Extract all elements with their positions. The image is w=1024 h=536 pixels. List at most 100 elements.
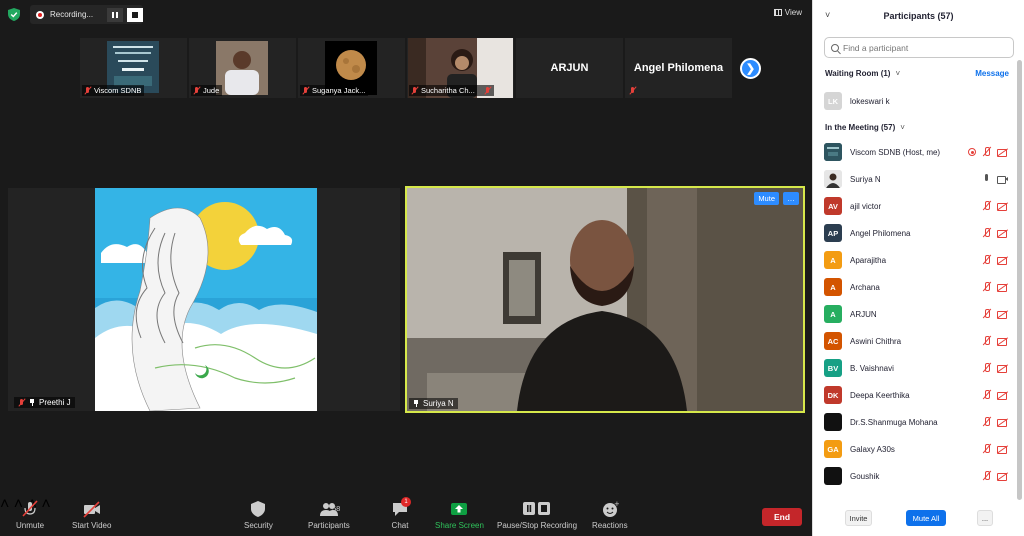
recording-icon	[968, 148, 976, 156]
panel-footer: Invite Mute All ...	[813, 506, 1024, 530]
camera-off-icon	[997, 283, 1008, 292]
avatar: DK	[824, 386, 842, 404]
mic-muted-icon	[982, 417, 991, 427]
mic-muted-icon	[22, 500, 38, 517]
mic-muted-icon	[982, 444, 991, 454]
invite-button[interactable]: Invite	[845, 510, 872, 526]
camera-off-icon	[997, 256, 1008, 265]
search-icon	[831, 43, 839, 52]
mic-muted-icon	[982, 390, 991, 400]
mic-muted-icon	[193, 86, 200, 95]
panel-header: ˅ Participants (57)	[813, 0, 1024, 32]
top-bar: Recording... View	[0, 0, 812, 28]
avatar: A	[824, 251, 842, 269]
name-thumbnail[interactable]: ARJUN	[516, 38, 623, 98]
video-thumbnail[interactable]: Jude	[189, 38, 296, 98]
video-thumbnail[interactable]: Suganya Jack...	[298, 38, 405, 98]
avatar	[824, 143, 842, 161]
mic-muted-icon	[982, 282, 991, 292]
participants-count: 58	[332, 504, 341, 513]
camera-off-icon	[997, 202, 1008, 211]
pause-recording-button[interactable]	[107, 7, 124, 22]
security-shield-icon[interactable]	[8, 8, 20, 21]
smiley-icon: +	[602, 500, 619, 517]
participant-row[interactable]: Suriya N	[824, 169, 1008, 189]
pause-stop-icon	[523, 502, 551, 515]
security-button[interactable]: Security	[244, 500, 273, 530]
video-thumbnail[interactable]: Viscom SDNB	[80, 38, 187, 98]
more-options-button[interactable]: ...	[977, 510, 993, 526]
participant-name: Angel Philomena	[633, 62, 724, 74]
thumbnail-name: Viscom SDNB	[82, 85, 145, 96]
participant-row[interactable]: AC Aswini Chithra	[824, 331, 1008, 351]
participant-name: ARJUN	[550, 62, 589, 74]
mic-muted-icon	[982, 147, 991, 157]
share-screen-button[interactable]: Share Screen	[435, 500, 484, 530]
grid-view-icon	[773, 9, 782, 16]
participant-row[interactable]: AP Angel Philomena	[824, 223, 1008, 243]
shield-icon	[251, 501, 266, 517]
audio-options-caret-icon[interactable]: ˄	[0, 496, 9, 513]
mic-muted-icon	[982, 228, 991, 238]
mic-muted-icon	[484, 86, 491, 95]
participant-row[interactable]: Goushik	[824, 466, 1008, 486]
avatar: GA	[824, 440, 842, 458]
camera-off-icon	[997, 229, 1008, 238]
participant-row[interactable]: DK Deepa Keerthika	[824, 385, 1008, 405]
waiting-participant-row[interactable]: LK lokeswari k	[824, 91, 1008, 111]
participant-search-box[interactable]	[824, 37, 1014, 58]
collapse-panel-chevron-icon[interactable]: ˅	[825, 10, 830, 20]
video-tile[interactable]: Preethi J	[8, 188, 400, 411]
participant-row[interactable]: AV ajil victor	[824, 196, 1008, 216]
chevron-right-icon: ❯	[745, 63, 756, 75]
participant-search-input[interactable]	[843, 42, 1003, 53]
recording-indicator: Recording...	[30, 5, 143, 24]
thumbnail-name: Suganya Jack...	[300, 85, 369, 96]
participant-row[interactable]: A ARJUN	[824, 304, 1008, 324]
next-page-button[interactable]: ❯	[740, 58, 761, 79]
panel-scrollbar[interactable]	[1017, 60, 1022, 500]
meeting-area: Recording... View Viscom SDNB Jude Sugan…	[0, 0, 812, 536]
stop-recording-button[interactable]	[127, 7, 143, 22]
camera-off-icon	[997, 310, 1008, 319]
view-label: View	[784, 8, 802, 17]
view-button[interactable]: View	[773, 8, 802, 17]
in-meeting-header[interactable]: In the Meeting (57) ˅	[825, 123, 905, 132]
pin-icon	[413, 400, 419, 407]
avatar	[824, 467, 842, 485]
video-thumbnail[interactable]: Sucharitha Ch...	[407, 38, 514, 98]
more-options-button[interactable]: …	[783, 192, 799, 205]
reactions-button[interactable]: + Reactions	[592, 500, 628, 530]
participant-row[interactable]: A Archana	[824, 277, 1008, 297]
shared-artwork-image	[95, 188, 317, 411]
start-video-button[interactable]: Start Video	[72, 500, 111, 530]
end-meeting-button[interactable]: End	[762, 508, 802, 526]
participant-row[interactable]: Viscom SDNB (Host, me)	[824, 142, 1008, 162]
avatar	[824, 413, 842, 431]
mic-muted-icon	[629, 87, 636, 95]
camera-off-icon	[997, 364, 1008, 373]
chevron-down-icon: ˅	[900, 123, 905, 132]
chat-button[interactable]: 1 Chat	[391, 497, 411, 530]
mute-all-button[interactable]: Mute All	[906, 510, 946, 526]
unmute-button[interactable]: Unmute	[16, 500, 44, 530]
avatar: AC	[824, 332, 842, 350]
participant-row[interactable]: Dr.S.Shanmuga Mohana	[824, 412, 1008, 432]
meeting-toolbar: Unmute ˄ Start Video ˄ Security 58 Parti…	[0, 496, 812, 536]
camera-icon	[997, 175, 1008, 184]
participant-row[interactable]: GA Galaxy A30s	[824, 439, 1008, 459]
message-waiting-room-link[interactable]: Message	[975, 69, 1009, 78]
participants-button[interactable]: 58 Participants	[308, 500, 350, 530]
mic-muted-icon	[982, 471, 991, 481]
mic-muted-icon	[982, 201, 991, 211]
camera-off-icon	[997, 391, 1008, 400]
participant-row[interactable]: A Aparajitha	[824, 250, 1008, 270]
waiting-room-header[interactable]: Waiting Room (1) ˅	[825, 69, 900, 78]
active-speaker-tile[interactable]: Mute … Suriya N	[405, 186, 805, 413]
thumbnail-name: Jude	[191, 85, 223, 96]
camera-off-icon	[997, 337, 1008, 346]
participant-row[interactable]: BV B. Vaishnavi	[824, 358, 1008, 378]
name-thumbnail[interactable]: Angel Philomena	[625, 38, 732, 98]
mute-participant-button[interactable]: Mute	[754, 192, 779, 205]
pause-stop-recording-button[interactable]: Pause/Stop Recording	[497, 500, 577, 530]
